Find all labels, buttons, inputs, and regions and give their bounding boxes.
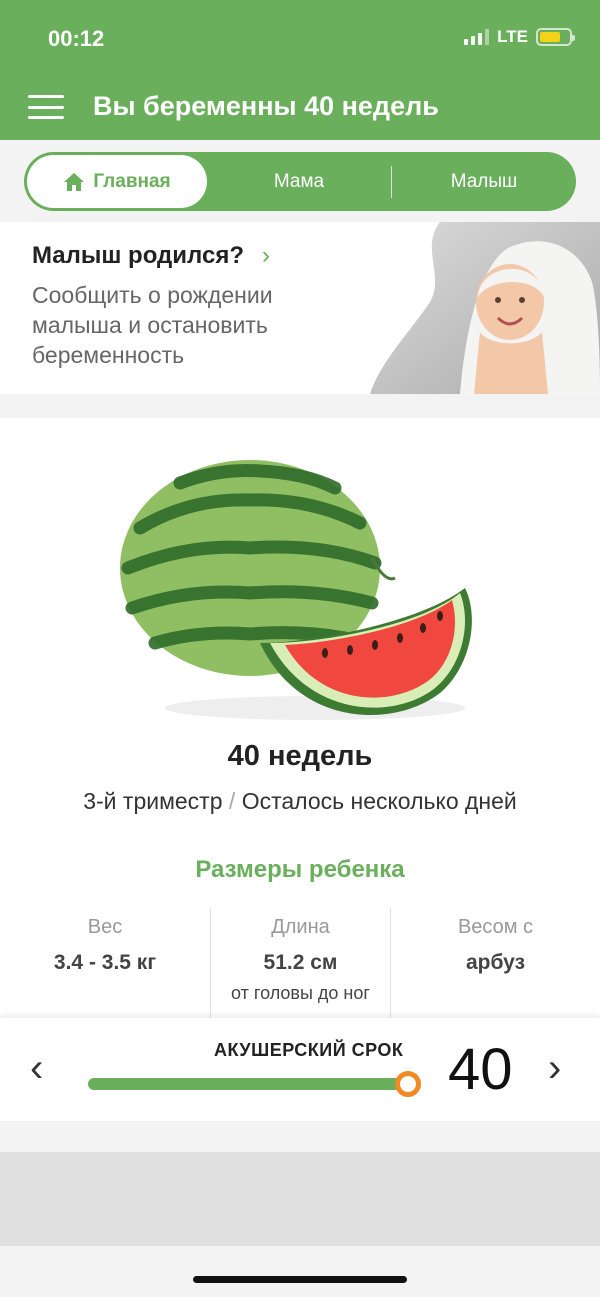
stat-length-note: от головы до ног: [231, 983, 370, 1003]
week-slider[interactable]: [88, 1071, 421, 1097]
chevron-right-icon[interactable]: ›: [548, 1048, 561, 1088]
app-header: 00:12 LTE Вы беременны 40 недель: [0, 0, 600, 140]
slider-thumb[interactable]: [394, 1071, 421, 1097]
sizes-title: Размеры ребенка: [195, 856, 405, 883]
segmented-tabs: Главная Мама Малыш: [24, 152, 576, 211]
born-banner-text: Сообщить о рождении малыша и остановить …: [32, 282, 273, 368]
baby-born-banner[interactable]: Малыш родился? › Сообщить о рождении мал…: [0, 222, 600, 394]
stat-weight: Вес 3.4 - 3.5 кг: [0, 908, 210, 1018]
battery-icon: [536, 28, 575, 46]
page-title: Вы беременны 40 недель: [93, 91, 439, 121]
baby-photo: [370, 222, 600, 394]
sizes-stats: Вес 3.4 - 3.5 кг Длина 51.2 см от головы…: [0, 908, 600, 1018]
stat-length-value: 51.2 см: [263, 951, 338, 974]
week-card: 40 недель 3-й триместр / Осталось нескол…: [0, 418, 600, 1018]
slider-fill: [88, 1078, 408, 1090]
tab-mama[interactable]: Мама: [207, 152, 391, 211]
tab-mama-label: Мама: [273, 170, 325, 192]
tabs-bar: Главная Мама Малыш: [0, 140, 600, 222]
stat-compare: Весом с арбуз: [390, 908, 600, 1018]
born-banner-title: Малыш родился?: [32, 242, 244, 269]
stat-weight-value: 3.4 - 3.5 кг: [53, 951, 157, 974]
stat-weight-label: Вес: [87, 916, 123, 938]
tab-baby[interactable]: Малыш: [392, 152, 576, 211]
trimester-label: 3-й триместр: [83, 788, 223, 814]
remaining-label: Осталось несколько дней: [241, 788, 517, 814]
born-banner-title-row: Малыш родился? ›: [32, 242, 270, 270]
home-icon: [64, 172, 85, 191]
stat-compare-value: арбуз: [465, 951, 526, 974]
tab-home[interactable]: Главная: [27, 155, 207, 208]
week-subtitle: 3-й триместр / Осталось несколько дней: [0, 788, 600, 815]
selected-week-number: 40: [448, 1037, 513, 1102]
selector-label: АКУШЕРСКИЙ СРОК: [214, 1040, 404, 1060]
chevron-right-icon: ›: [261, 242, 270, 269]
status-time: 00:12: [48, 26, 105, 51]
separator: /: [228, 788, 236, 814]
stat-length: Длина 51.2 см от головы до ног: [210, 908, 390, 1018]
week-title: 40 недель: [227, 740, 373, 772]
home-indicator: [193, 1276, 407, 1283]
tab-home-label: Главная: [93, 170, 171, 192]
hamburger-menu-icon[interactable]: [28, 95, 64, 119]
status-indicators: LTE: [464, 27, 575, 47]
network-label: LTE: [497, 27, 528, 46]
week-selector: ‹ АКУШЕРСКИЙ СРОК 40 ›: [0, 1018, 600, 1121]
bottom-band: [0, 1152, 600, 1246]
watermelon-image: [120, 460, 472, 720]
stat-compare-label: Весом с: [457, 916, 534, 938]
stat-length-label: Длина: [271, 916, 330, 938]
tab-baby-label: Малыш: [450, 170, 518, 192]
signal-icon: [464, 29, 490, 45]
chevron-left-icon[interactable]: ‹: [30, 1048, 43, 1088]
